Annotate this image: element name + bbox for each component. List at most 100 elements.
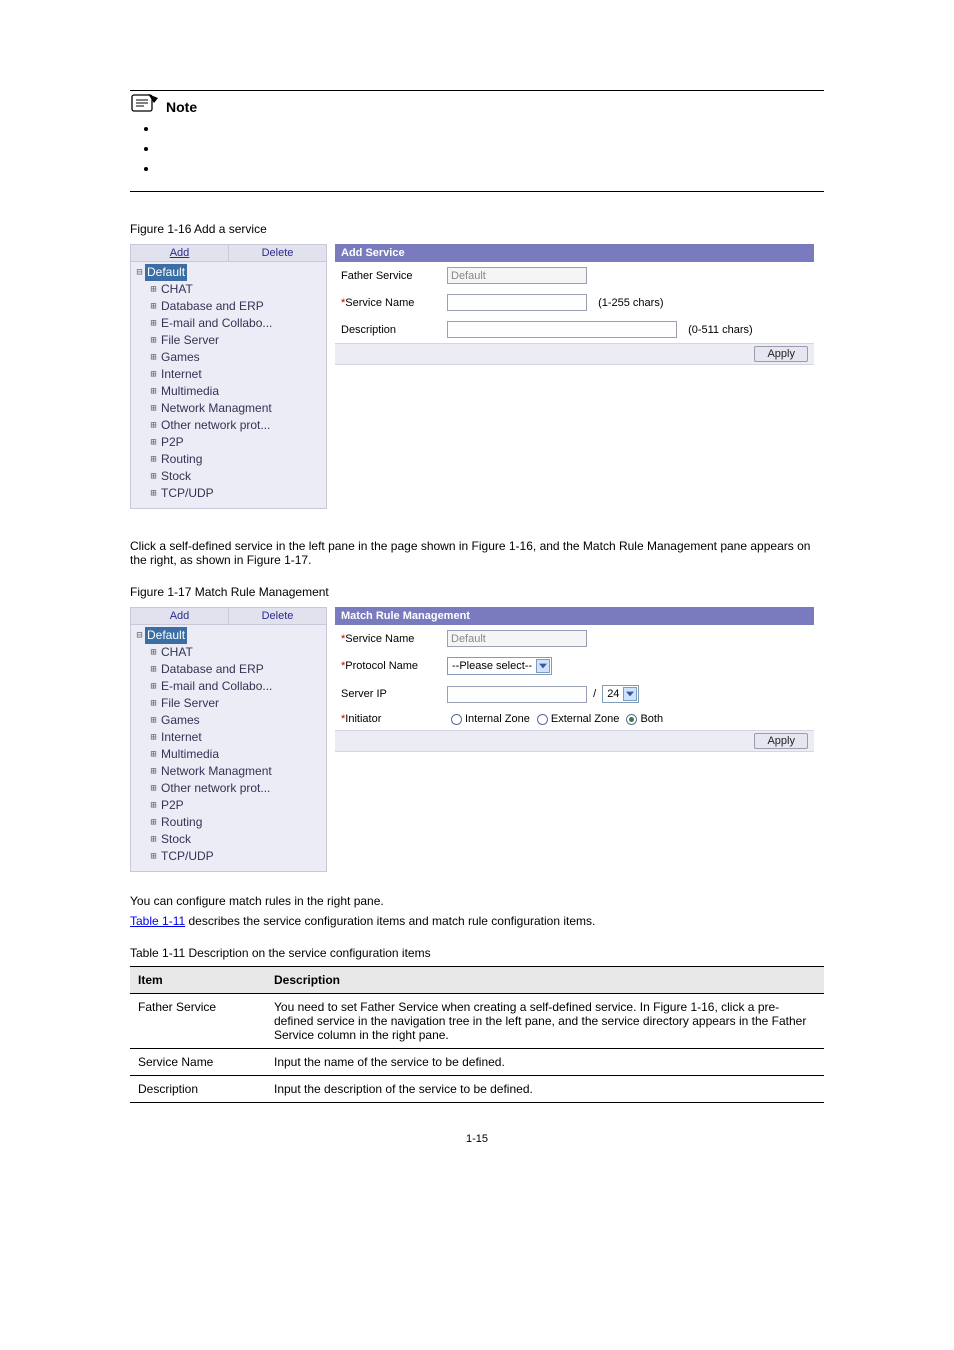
expand-icon[interactable]: ⊞: [148, 315, 159, 332]
tree-node[interactable]: ⊞Stock: [134, 831, 326, 848]
expand-icon[interactable]: ⊞: [148, 417, 159, 434]
radio-both[interactable]: [626, 714, 637, 725]
tree-node[interactable]: ⊞TCP/UDP: [134, 848, 326, 865]
page-number: 1-15: [0, 1133, 954, 1145]
tree-node[interactable]: ⊞Stock: [134, 468, 326, 485]
delete-button[interactable]: Delete: [228, 245, 326, 261]
tree-root[interactable]: ⊟Default: [134, 627, 326, 644]
tree-node[interactable]: ⊞Network Managment: [134, 400, 326, 417]
tree-node[interactable]: ⊞P2P: [134, 434, 326, 451]
service-name-field[interactable]: [447, 630, 587, 647]
expand-icon[interactable]: ⊞: [148, 366, 159, 383]
expand-icon[interactable]: ⊞: [148, 383, 159, 400]
expand-icon[interactable]: ⊞: [148, 298, 159, 315]
expand-icon[interactable]: ⊞: [148, 763, 159, 780]
table-ref-link[interactable]: Table 1-11: [130, 914, 185, 928]
father-service-field[interactable]: [447, 267, 587, 284]
left-tree-pane: Add Delete ⊟Default ⊞CHAT ⊞Database and …: [130, 607, 327, 872]
tree-node[interactable]: ⊞Other network prot...: [134, 780, 326, 797]
tree-node[interactable]: ⊞E-mail and Collabo...: [134, 315, 326, 332]
apply-button[interactable]: Apply: [754, 733, 808, 749]
tree-node[interactable]: ⊞E-mail and Collabo...: [134, 678, 326, 695]
initiator-label: Initiator: [345, 713, 381, 725]
expand-icon[interactable]: ⊞: [148, 797, 159, 814]
bullet-item: [158, 121, 824, 141]
note-icon: [130, 91, 160, 115]
col-header-item: Item: [130, 967, 266, 994]
figure-16-caption: Figure 1-16 Add a service: [130, 222, 824, 236]
bullet-item: [158, 141, 824, 161]
expand-icon[interactable]: ⊞: [148, 831, 159, 848]
service-tree[interactable]: ⊟Default ⊞CHAT ⊞Database and ERP ⊞E-mail…: [131, 262, 326, 508]
tree-node[interactable]: ⊞Routing: [134, 814, 326, 831]
expand-icon[interactable]: ⊞: [148, 349, 159, 366]
add-button[interactable]: Add: [131, 608, 228, 624]
table-row: Service Name Input the name of the servi…: [130, 1049, 824, 1076]
apply-button[interactable]: Apply: [754, 346, 808, 362]
tree-node[interactable]: ⊞Routing: [134, 451, 326, 468]
expand-icon[interactable]: ⊞: [148, 695, 159, 712]
note-bullets: [158, 121, 824, 181]
tree-node[interactable]: ⊞P2P: [134, 797, 326, 814]
service-name-label: Service Name: [345, 297, 414, 309]
chevron-down-icon: [536, 659, 550, 673]
tree-node[interactable]: ⊞TCP/UDP: [134, 485, 326, 502]
ip-mask-select[interactable]: 24: [602, 685, 639, 703]
radio-external-zone[interactable]: [537, 714, 548, 725]
tree-node[interactable]: ⊞Games: [134, 712, 326, 729]
expand-icon[interactable]: ⊞: [148, 661, 159, 678]
tree-node[interactable]: ⊞Multimedia: [134, 383, 326, 400]
tree-node[interactable]: ⊞Games: [134, 349, 326, 366]
tree-node[interactable]: ⊞Database and ERP: [134, 298, 326, 315]
expand-icon[interactable]: ⊞: [148, 729, 159, 746]
tree-node[interactable]: ⊞CHAT: [134, 644, 326, 661]
expand-icon[interactable]: ⊞: [148, 678, 159, 695]
expand-icon[interactable]: ⊞: [148, 780, 159, 797]
expand-icon[interactable]: ⊞: [148, 400, 159, 417]
expand-icon[interactable]: ⊞: [148, 281, 159, 298]
expand-icon[interactable]: ⊞: [148, 644, 159, 661]
tree-node[interactable]: ⊞File Server: [134, 695, 326, 712]
expand-icon[interactable]: ⊞: [148, 814, 159, 831]
server-ip-field[interactable]: [447, 686, 587, 703]
father-service-label: Father Service: [335, 262, 441, 289]
radio-internal-zone[interactable]: [451, 714, 462, 725]
tree-node[interactable]: ⊞Network Managment: [134, 763, 326, 780]
table-row: Description Input the description of the…: [130, 1076, 824, 1103]
tree-node[interactable]: ⊞Database and ERP: [134, 661, 326, 678]
body-paragraph: You can configure match rules in the rig…: [130, 894, 824, 908]
protocol-name-select[interactable]: --Please select--: [447, 657, 552, 675]
body-paragraph: Table 1-11 describes the service configu…: [130, 914, 824, 928]
add-service-form: Add Service Father Service *Service Name…: [335, 244, 814, 509]
tree-node[interactable]: ⊞File Server: [134, 332, 326, 349]
expand-icon[interactable]: ⊞: [148, 468, 159, 485]
tree-node[interactable]: ⊞CHAT: [134, 281, 326, 298]
tree-node[interactable]: ⊞Other network prot...: [134, 417, 326, 434]
expand-icon[interactable]: ⊞: [148, 485, 159, 502]
description-hint: (0-511 chars): [688, 324, 753, 336]
tree-node[interactable]: ⊞Internet: [134, 729, 326, 746]
note-label: Note: [166, 99, 197, 115]
service-name-field[interactable]: [447, 294, 587, 311]
add-button[interactable]: Add: [131, 245, 228, 261]
tree-node[interactable]: ⊞Multimedia: [134, 746, 326, 763]
protocol-name-label: Protocol Name: [345, 660, 418, 672]
delete-button[interactable]: Delete: [228, 608, 326, 624]
expand-icon[interactable]: ⊞: [148, 712, 159, 729]
service-tree[interactable]: ⊟Default ⊞CHAT ⊞Database and ERP ⊞E-mail…: [131, 625, 326, 871]
expand-icon[interactable]: ⊞: [148, 332, 159, 349]
expand-icon[interactable]: ⊞: [148, 434, 159, 451]
collapse-icon[interactable]: ⊟: [134, 627, 145, 644]
left-tree-pane: Add Delete ⊟Default ⊞CHAT ⊞Database and …: [130, 244, 327, 509]
tree-root[interactable]: ⊟Default: [134, 264, 326, 281]
col-header-desc: Description: [266, 967, 824, 994]
server-ip-label: Server IP: [335, 680, 441, 708]
description-field[interactable]: [447, 321, 677, 338]
expand-icon[interactable]: ⊞: [148, 451, 159, 468]
expand-icon[interactable]: ⊞: [148, 848, 159, 865]
collapse-icon[interactable]: ⊟: [134, 264, 145, 281]
match-rule-form: Match Rule Management *Service Name *Pro…: [335, 607, 814, 872]
tree-node[interactable]: ⊞Internet: [134, 366, 326, 383]
expand-icon[interactable]: ⊞: [148, 746, 159, 763]
description-label: Description: [335, 316, 441, 343]
